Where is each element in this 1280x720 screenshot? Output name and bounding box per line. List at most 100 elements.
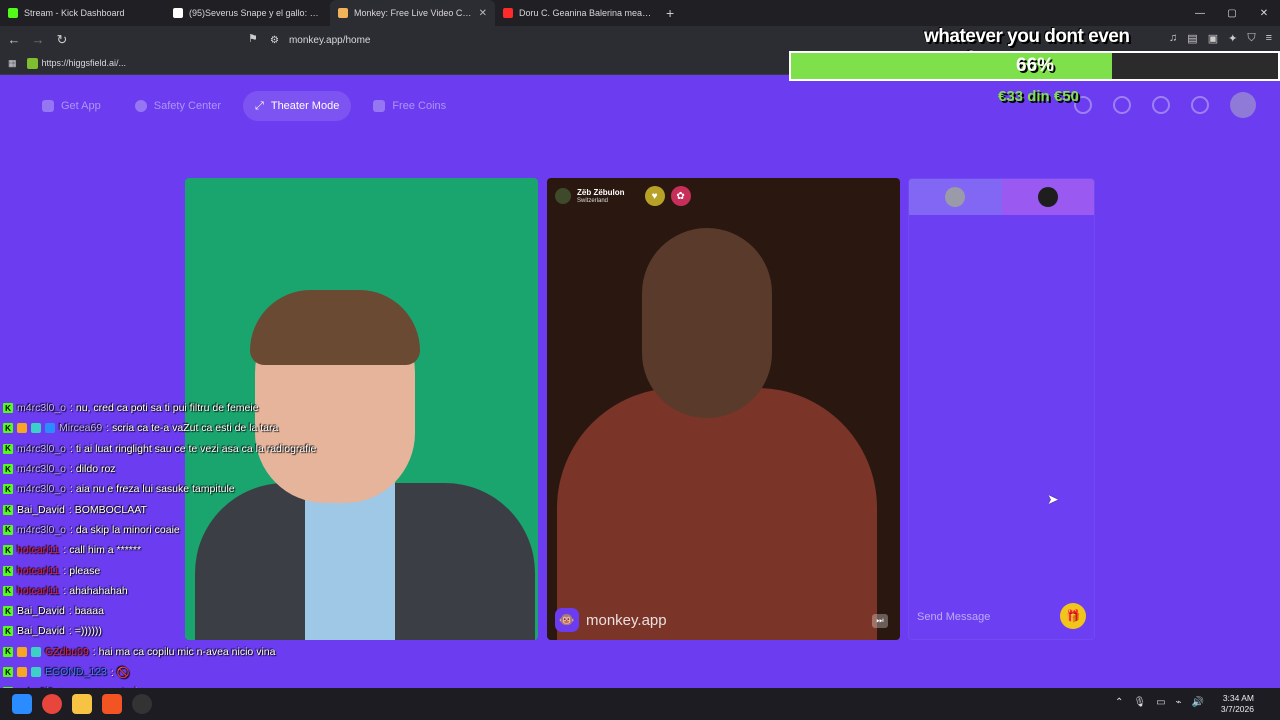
kick-badge-icon: K (3, 585, 13, 596)
coin-icon[interactable] (1113, 96, 1131, 114)
chat-message: K Mircea69: scria ca te-a vaZut ca esti d… (3, 418, 403, 438)
peer-avatar (1037, 187, 1058, 207)
chat-text: : ti ai luat ringlight sau ce te vezi as… (70, 442, 317, 455)
chat-username: m4rc3l0_o (17, 402, 67, 415)
person-face (642, 228, 772, 418)
free-coins-button[interactable]: Free Coins (361, 91, 458, 121)
kick-badge-icon: K (3, 464, 13, 475)
bookmark-higgsfield[interactable]: https://higgsfield.ai/... (26, 58, 126, 70)
date: 3/7/2026 (1220, 704, 1254, 714)
site-info-icon[interactable]: ⚙ (270, 35, 279, 46)
chat-message: Khotcarl11: ahahahahah (3, 581, 403, 601)
gift-button[interactable]: 🎁 (1060, 603, 1086, 629)
brave-icon[interactable] (102, 694, 122, 714)
browser-toolbar: ♫ ▤ ▣ ✦ ⛉ ≡ (1169, 32, 1272, 45)
forward-icon[interactable]: → (28, 32, 48, 47)
wallet-icon[interactable]: ▣ (1208, 32, 1218, 45)
windows-start-icon[interactable] (12, 694, 32, 714)
maximize-icon[interactable]: ▢ (1216, 0, 1248, 26)
brand-watermark: 🐵 monkey.app (555, 608, 667, 632)
heart-icon[interactable]: ♥ (644, 186, 665, 206)
tab-kick-dashboard[interactable]: Stream - Kick Dashboard (0, 0, 165, 26)
skip-icon[interactable]: ⏭ (872, 614, 888, 628)
peer-info[interactable]: Zëb Zëbulon Switzerland ♥ ✿ (555, 186, 691, 206)
kick-badge-icon: K (3, 545, 13, 556)
time: 3:34 AM (1222, 693, 1254, 703)
message-input[interactable]: Send Message 🎁 (909, 595, 1094, 639)
theater-mode-label: Theater Mode (270, 100, 340, 112)
chat-badge-icon (17, 423, 27, 434)
tab-youtube[interactable]: Doru C. Geanina Balerina mea (Video (495, 0, 660, 26)
kick-badge-icon: K (3, 565, 13, 576)
peer-name: Zëb Zëbulon (577, 187, 625, 197)
obs-icon[interactable] (132, 694, 152, 714)
menu-icon[interactable]: ≡ (1266, 32, 1272, 45)
music-icon[interactable]: ♫ (1169, 32, 1177, 45)
minimize-icon[interactable]: — (1184, 0, 1216, 26)
chat-badge-icon (17, 646, 27, 657)
chat-text: : scria ca te-a vaZut ca esti de la tara (106, 422, 279, 435)
chat-badge-icon (31, 667, 41, 677)
tab-label: Doru C. Geanina Balerina mea (Video (519, 8, 652, 18)
phone-icon (42, 100, 54, 112)
tab-monkey[interactable]: Monkey: Free Live Video Chat ✕ (330, 0, 495, 26)
taskbar: ⌃ 🎙 ▭ ⌁ 🔊 3:34 AM 3/7/2026 (0, 688, 1280, 720)
chat-icon[interactable] (1191, 96, 1209, 114)
chrome-icon[interactable] (42, 694, 62, 714)
chat-message: Khotcarl11: please (3, 560, 403, 580)
network-icon[interactable]: ⌁ (1176, 697, 1182, 708)
shield-icon[interactable]: ⛉ (1247, 32, 1255, 45)
chat-message: K Bai_David: baaaa (3, 601, 403, 621)
kick-badge-icon: K (3, 504, 13, 515)
chat-username: Bai_David (17, 625, 65, 638)
message-placeholder: Send Message (917, 611, 991, 623)
peer-avatar (555, 188, 571, 204)
get-app-button[interactable]: Get App (30, 91, 113, 121)
gift-icon[interactable]: ✿ (670, 186, 691, 206)
ai-icon[interactable]: ✦ (1228, 32, 1237, 45)
close-icon[interactable]: ✕ (479, 8, 487, 19)
tab-tiktok[interactable]: (95)Severus Snape y el gallo: Humor (165, 0, 330, 26)
window-controls: — ▢ ✕ (1184, 0, 1280, 26)
chat-text: : aia nu e freza lui sasuke tampitule (70, 483, 235, 496)
chat-message: Km4rc3l0_o: dildo roz (3, 459, 403, 479)
folder-icon[interactable] (72, 694, 92, 714)
chat-text: : da skip la minori coaie (70, 523, 180, 536)
peer-tab[interactable] (1001, 179, 1094, 215)
get-app-label: Get App (61, 100, 101, 112)
history-icon[interactable] (1152, 96, 1170, 114)
chat-message: K Bai_David: BOMBOCLAAT (3, 499, 403, 519)
close-window-icon[interactable]: ✕ (1248, 0, 1280, 26)
monkey-icon (338, 8, 348, 18)
mic-icon[interactable]: 🎙 (1133, 697, 1146, 708)
chevron-up-icon[interactable]: ⌃ (1115, 697, 1123, 708)
new-tab-button[interactable]: + (666, 5, 674, 21)
chat-username: hotcarl11 (17, 544, 60, 557)
url-field[interactable]: ⚙ monkey.app/home (270, 31, 790, 49)
chat-username: Bai_David (17, 605, 65, 618)
safety-center-button[interactable]: Safety Center (123, 91, 233, 121)
sidebar-icon[interactable]: ▤ (1187, 32, 1197, 45)
self-tab[interactable] (909, 179, 1002, 215)
avatar[interactable] (1230, 92, 1256, 118)
chat-text: : nu, cred ca poti sa ti pui filtru de f… (70, 402, 259, 415)
monitor-icon[interactable]: ▭ (1156, 697, 1165, 708)
kick-badge-icon: K (3, 423, 13, 434)
reload-icon[interactable]: ↻ (52, 32, 72, 48)
peer-video: Zëb Zëbulon Switzerland ♥ ✿ 🐵 monkey.app… (547, 178, 900, 640)
chat-username: Bai_David (17, 503, 65, 516)
goal-progress-bar: 66% (789, 51, 1280, 81)
browser-tab-bar: Stream - Kick Dashboard (95)Severus Snap… (0, 0, 1280, 26)
tab-label: (95)Severus Snape y el gallo: Humor (189, 8, 322, 18)
url-text: monkey.app/home (288, 34, 371, 46)
chat-username: m4rc3l0_o (17, 483, 67, 496)
bookmark-icon[interactable]: ⚑ (248, 32, 258, 45)
theater-mode-button[interactable]: ⤢ Theater Mode (243, 91, 352, 121)
chat-text: : BOMBOCLAAT (68, 503, 147, 516)
back-icon[interactable]: ← (4, 32, 24, 47)
apps-grid-icon[interactable]: ▦ (8, 58, 17, 69)
chat-message: K Bai_David: =)))))) (3, 621, 403, 641)
volume-icon[interactable]: 🔊 (1192, 697, 1204, 708)
chat-badge-icon (45, 423, 55, 434)
clock[interactable]: 3:34 AM 3/7/2026 (1221, 693, 1254, 715)
